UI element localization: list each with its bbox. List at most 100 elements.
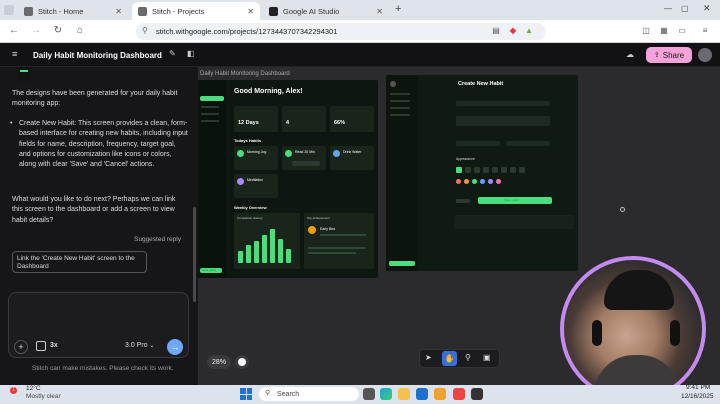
search-icon: ⚲ (265, 390, 271, 397)
chat-prior-thumbnail (18, 67, 30, 81)
habit-name: Morning Jog (247, 150, 267, 154)
headset-right (670, 320, 680, 346)
home-icon[interactable]: ⌂ (74, 25, 86, 36)
mail-icon[interactable] (416, 388, 428, 400)
habit-name: Drink Water (343, 150, 362, 154)
tab-label: Stitch - Projects (152, 6, 205, 16)
zoom-level[interactable]: 28% (207, 355, 231, 369)
tab-search-icon[interactable] (4, 5, 14, 15)
image-icon[interactable]: ▣ (483, 353, 491, 362)
variants-icon[interactable] (36, 341, 46, 351)
tip-title: Early Bird (320, 227, 336, 231)
ai-studio-favicon-icon (269, 6, 278, 16)
hamburger-menu-icon[interactable]: ≡ (12, 49, 17, 59)
chat-question-text: What would you like to do next? Perhaps … (12, 196, 176, 224)
url-field[interactable]: ⚲ stitch.withgoogle.com/projects/1273443… (136, 23, 546, 40)
forward-arrow-icon[interactable]: → (30, 25, 42, 36)
tab-stitch-home[interactable]: Stitch - Home ✕ (18, 2, 128, 20)
menu-icon[interactable]: ≡ (700, 26, 710, 36)
share-label: Share (662, 50, 685, 60)
close-tab-icon[interactable]: ✕ (247, 7, 254, 16)
dashboard-nav-active (200, 96, 224, 101)
wallet-icon[interactable]: ▭ (677, 26, 687, 36)
app-header: ≡ Daily Habit Monitoring Dashboard ✎ ◧ ☁… (0, 43, 720, 67)
reading-list-icon[interactable]: ▦ (659, 26, 669, 36)
weather-desc[interactable]: Mostly clear (26, 393, 61, 400)
webcam-overlay (560, 256, 706, 402)
dashboard-sidebar: New Habit (198, 80, 226, 278)
variants-count[interactable]: 3x (50, 342, 58, 349)
reload-icon[interactable]: ↻ (52, 25, 64, 36)
weather-alert-icon[interactable]: 1 (10, 387, 17, 394)
habit-description-input (456, 116, 550, 126)
search-icon[interactable]: ⚲ (465, 353, 471, 362)
habit-name-input (456, 101, 550, 106)
terminal-icon[interactable] (471, 388, 483, 400)
completion-bars (238, 227, 296, 263)
tab-stitch-projects[interactable]: Stitch - Projects ✕ (132, 2, 260, 20)
section-weekly-overview: Weekly Overview (234, 205, 267, 210)
project-title[interactable]: Daily Habit Monitoring Dashboard (33, 51, 162, 60)
maximize-window-icon[interactable]: ▢ (681, 4, 689, 13)
select-cursor-icon[interactable]: ➤ (425, 353, 432, 362)
icon-picker-row (456, 167, 556, 173)
habit-card: Read 20 Min (282, 146, 326, 170)
chat-scrollbar[interactable] (193, 207, 196, 302)
tab-label: Stitch - Home (38, 6, 84, 16)
weather-temp[interactable]: 12°C (26, 385, 41, 392)
widgets-icon[interactable] (363, 388, 375, 400)
tab-google-ai-studio[interactable]: Google AI Studio ✕ (263, 2, 389, 20)
stat-card: 12 Days (234, 106, 278, 132)
clock-time[interactable]: 9:41 PM (686, 384, 710, 391)
brave-browser-icon[interactable] (453, 388, 465, 400)
search-placeholder: Search (277, 390, 300, 398)
send-button[interactable]: → (167, 339, 183, 355)
hand-pan-icon[interactable]: ✋ (442, 351, 457, 366)
close-window-icon[interactable]: ✕ (703, 3, 711, 14)
panel-toggle-icon[interactable]: ◧ (187, 49, 195, 58)
extension-shield-icon[interactable]: ◆ (508, 26, 518, 36)
suggested-reply-chip[interactable]: Link the 'Create New Habit' screen to th… (12, 251, 147, 273)
stat-value: 4 (286, 120, 290, 126)
extension-triangle-icon[interactable]: ▲ (524, 26, 534, 36)
bullet-marker: • (10, 120, 13, 127)
close-tab-icon[interactable]: ✕ (376, 7, 383, 16)
canvas-toolbar: ➤ ✋ ⚲ ▣ (419, 349, 500, 368)
appearance-label: Appearance (456, 157, 475, 161)
share-button[interactable]: ⇪ Share (646, 47, 692, 63)
create-habit-screen[interactable]: Create New Habit Appearance Save Habit (386, 75, 578, 271)
close-tab-icon[interactable]: ✕ (115, 7, 122, 16)
model-selector[interactable]: 3.0 Pro ⌄ (125, 342, 155, 349)
windows-start-icon[interactable] (240, 388, 252, 400)
completion-history-card: Completion History (234, 213, 300, 269)
headset-left (592, 320, 602, 346)
file-explorer-icon[interactable] (398, 388, 410, 400)
site-info-icon[interactable]: ⚲ (142, 26, 148, 35)
suggested-reply-label: Suggested reply (134, 236, 181, 243)
add-attachment-icon[interactable]: + (14, 340, 28, 354)
browser-tab-bar: Stitch - Home ✕ Stitch - Projects ✕ Goog… (0, 0, 720, 20)
avatar[interactable] (698, 48, 712, 62)
edit-pencil-icon[interactable]: ✎ (169, 49, 176, 58)
minimize-window-icon[interactable]: — (664, 4, 672, 13)
photos-icon[interactable] (434, 388, 446, 400)
reader-mode-icon[interactable]: ▤ (491, 26, 501, 36)
habit-card: Meditation (234, 174, 278, 198)
edge-icon[interactable] (380, 388, 392, 400)
sidebar-toggle-icon[interactable]: ◫ (641, 26, 651, 36)
clock-date[interactable]: 12/16/2025 (681, 393, 714, 400)
discord-icon[interactable]: ☁ (626, 50, 634, 59)
webcam-hair (604, 270, 674, 310)
back-arrow-icon[interactable]: ← (8, 25, 20, 36)
tip-box (454, 215, 574, 229)
new-tab-button[interactable]: + (395, 3, 401, 15)
cancel-button-mock (456, 199, 470, 203)
model-label: 3.0 Pro (125, 342, 148, 349)
taskbar-search[interactable]: ⚲ Search (259, 387, 359, 401)
dashboard-screen[interactable]: New Habit Good Morning, Alex! 12 Days 4 … (198, 80, 378, 278)
habit-name: Meditation (247, 178, 264, 182)
tab-label: Google AI Studio (283, 6, 340, 16)
prompt-composer[interactable]: + 3x 3.0 Pro ⌄ → (8, 292, 189, 358)
tip-card: Top Achievement Early Bird (304, 213, 374, 269)
theme-toggle-button[interactable] (235, 355, 249, 369)
